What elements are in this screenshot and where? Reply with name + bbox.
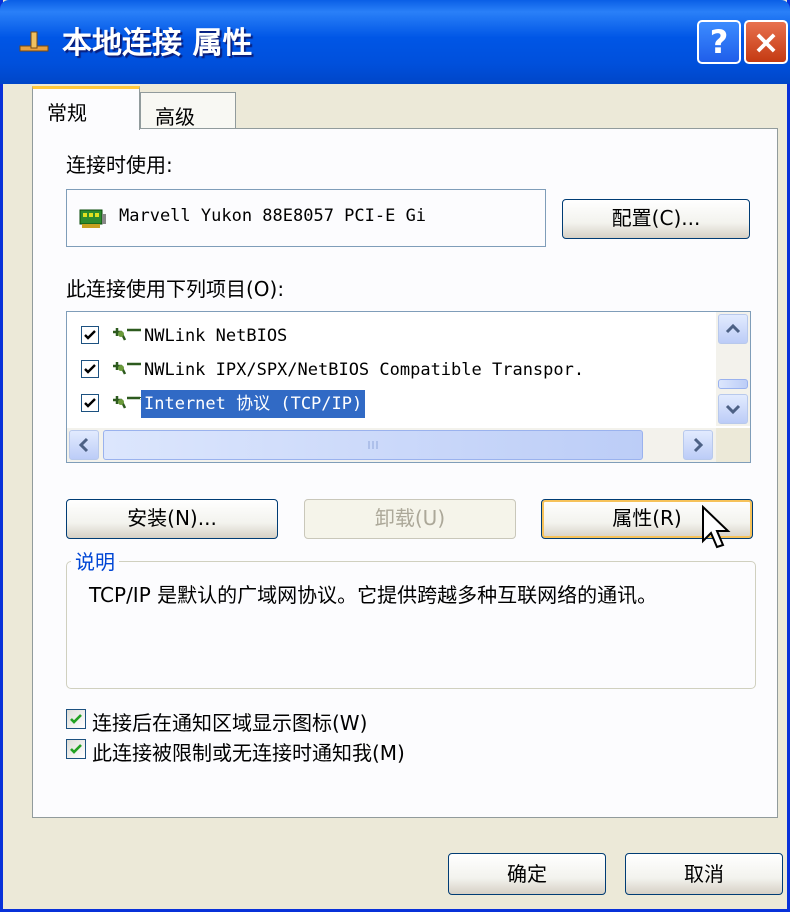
grip-icon xyxy=(368,441,378,449)
scroll-left-button[interactable] xyxy=(69,430,99,460)
item-label: Internet 协议 (TCP/IP) xyxy=(139,389,367,419)
scroll-corner xyxy=(716,428,750,462)
tab-advanced[interactable]: 高级 xyxy=(140,92,236,132)
item-checkbox[interactable] xyxy=(81,326,99,344)
scroll-right-button[interactable] xyxy=(683,430,713,460)
window-title: 本地连接 属性 xyxy=(62,26,253,61)
protocol-icon xyxy=(113,396,141,409)
install-button[interactable]: 安装(N)... xyxy=(66,499,278,539)
properties-window: 本地连接 属性 ? × 常规 高级 连接时使用: Marvell Yukon 8… xyxy=(0,0,790,912)
components-list[interactable]: NWLink NetBIOS NWLink IPX/SPX/NetBIOS Co… xyxy=(66,311,751,463)
protocol-icon xyxy=(113,328,141,341)
show-icon-label: 连接后在通知区域显示图标(W) xyxy=(92,711,368,735)
general-tab-panel: 连接时使用: Marvell Yukon 88E8057 PCI-E Gi 配置… xyxy=(32,128,778,818)
mouse-cursor-icon xyxy=(702,505,731,549)
horizontal-scroll-thumb[interactable] xyxy=(103,430,643,460)
network-connection-icon xyxy=(19,31,49,52)
uninstall-button: 卸载(U) xyxy=(304,499,516,539)
network-adapter-icon xyxy=(79,209,106,228)
notify-checkbox[interactable] xyxy=(66,739,86,759)
vertical-scrollbar[interactable] xyxy=(716,312,750,426)
ok-button[interactable]: 确定 xyxy=(448,853,606,895)
item-checkbox[interactable] xyxy=(81,360,99,378)
protocol-icon xyxy=(113,362,141,375)
adapter-field: Marvell Yukon 88E8057 PCI-E Gi xyxy=(66,189,546,247)
connect-using-label: 连接时使用: xyxy=(66,153,173,177)
description-text: TCP/IP 是默认的广域网协议。它提供跨越多种互联网络的通讯。 xyxy=(89,583,658,607)
scroll-down-button[interactable] xyxy=(718,394,748,424)
chevron-down-icon xyxy=(725,404,741,415)
show-icon-option[interactable]: 连接后在通知区域显示图标(W) xyxy=(66,707,566,735)
items-label: 此连接使用下列项目(O): xyxy=(66,277,285,301)
title-bar[interactable]: 本地连接 属性 ? × xyxy=(0,0,790,84)
chevron-up-icon xyxy=(725,323,741,334)
scroll-up-button[interactable] xyxy=(718,314,748,344)
configure-button[interactable]: 配置(C)... xyxy=(562,199,750,239)
item-label: NWLink NetBIOS xyxy=(144,326,288,346)
show-icon-checkbox[interactable] xyxy=(66,709,86,729)
item-checkbox[interactable] xyxy=(81,394,99,412)
item-label: NWLink IPX/SPX/NetBIOS Compatible Transp… xyxy=(144,360,585,380)
notify-option[interactable]: 此连接被限制或无连接时通知我(M) xyxy=(66,737,566,765)
chevron-left-icon xyxy=(78,437,89,453)
help-button[interactable]: ? xyxy=(697,20,741,64)
chevron-right-icon xyxy=(693,437,704,453)
description-group: 说明 TCP/IP 是默认的广域网协议。它提供跨越多种互联网络的通讯。 xyxy=(66,546,756,689)
horizontal-scrollbar[interactable] xyxy=(67,428,717,462)
adapter-name: Marvell Yukon 88E8057 PCI-E Gi xyxy=(119,206,427,226)
cancel-button[interactable]: 取消 xyxy=(625,853,783,895)
description-legend: 说明 xyxy=(71,546,119,575)
vertical-scroll-thumb[interactable] xyxy=(718,379,748,389)
close-button[interactable]: × xyxy=(744,20,788,64)
notify-label: 此连接被限制或无连接时通知我(M) xyxy=(92,741,405,765)
tab-general[interactable]: 常规 xyxy=(32,86,140,130)
